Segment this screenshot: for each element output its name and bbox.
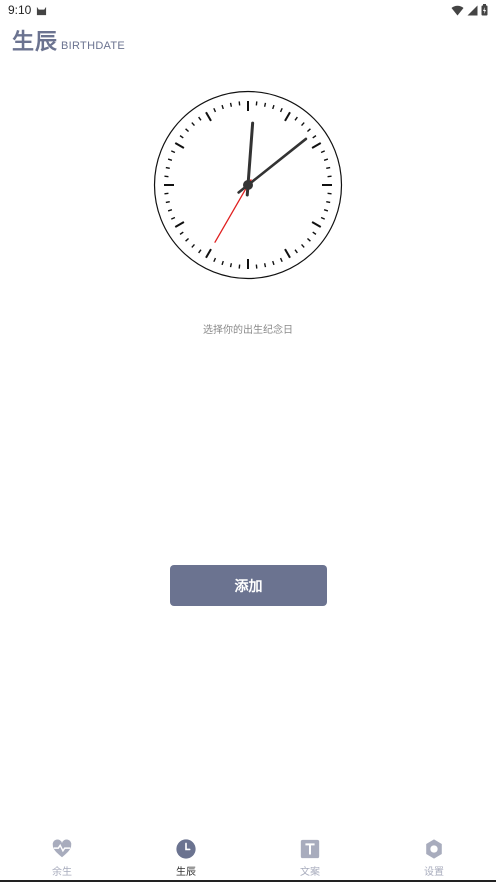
text-icon bbox=[300, 839, 320, 859]
clock-minute-tick bbox=[326, 166, 331, 170]
clock-icon bbox=[176, 839, 196, 859]
clock-center bbox=[243, 180, 253, 190]
clock-minute-tick bbox=[263, 102, 267, 107]
cell-signal-icon bbox=[467, 5, 478, 15]
battery-icon bbox=[481, 4, 488, 16]
tab-birthdate[interactable]: 生辰 bbox=[124, 830, 248, 882]
clock-minute-tick bbox=[229, 102, 233, 107]
tab-settings[interactable]: 设置 bbox=[372, 830, 496, 882]
clock-minute-tick bbox=[263, 263, 267, 268]
tab-label: 生辰 bbox=[176, 867, 196, 878]
birthdate-prompt: 选择你的出生纪念日 bbox=[203, 325, 293, 336]
tab-label: 文案 bbox=[300, 867, 320, 878]
tab-copywriting[interactable]: 文案 bbox=[248, 830, 372, 882]
status-bar: 9:10 bbox=[0, 0, 496, 22]
page-title: 生辰 bbox=[12, 30, 59, 55]
clock-minute-tick bbox=[229, 263, 233, 268]
bottom-tab-bar: 余生 生辰 文案 设置 bbox=[0, 830, 496, 882]
analog-clock[interactable] bbox=[153, 90, 343, 280]
page-header: 生辰 BIRTHDATE bbox=[12, 28, 125, 56]
tab-label: 设置 bbox=[424, 867, 444, 878]
status-icons bbox=[451, 4, 488, 16]
heart-pulse-icon bbox=[52, 839, 72, 858]
tab-remaining-life[interactable]: 余生 bbox=[0, 830, 124, 882]
clock-minute-tick bbox=[326, 200, 331, 204]
tab-label: 余生 bbox=[52, 867, 72, 878]
status-time: 9:10 bbox=[8, 3, 32, 17]
wifi-icon bbox=[451, 5, 464, 15]
add-button[interactable]: 添加 bbox=[170, 565, 327, 606]
gear-icon bbox=[426, 839, 442, 859]
clock-minute-tick bbox=[165, 166, 170, 170]
page-subtitle: BIRTHDATE bbox=[61, 40, 126, 52]
app-notification-icon bbox=[36, 6, 47, 16]
clock-minute-tick bbox=[165, 200, 170, 204]
